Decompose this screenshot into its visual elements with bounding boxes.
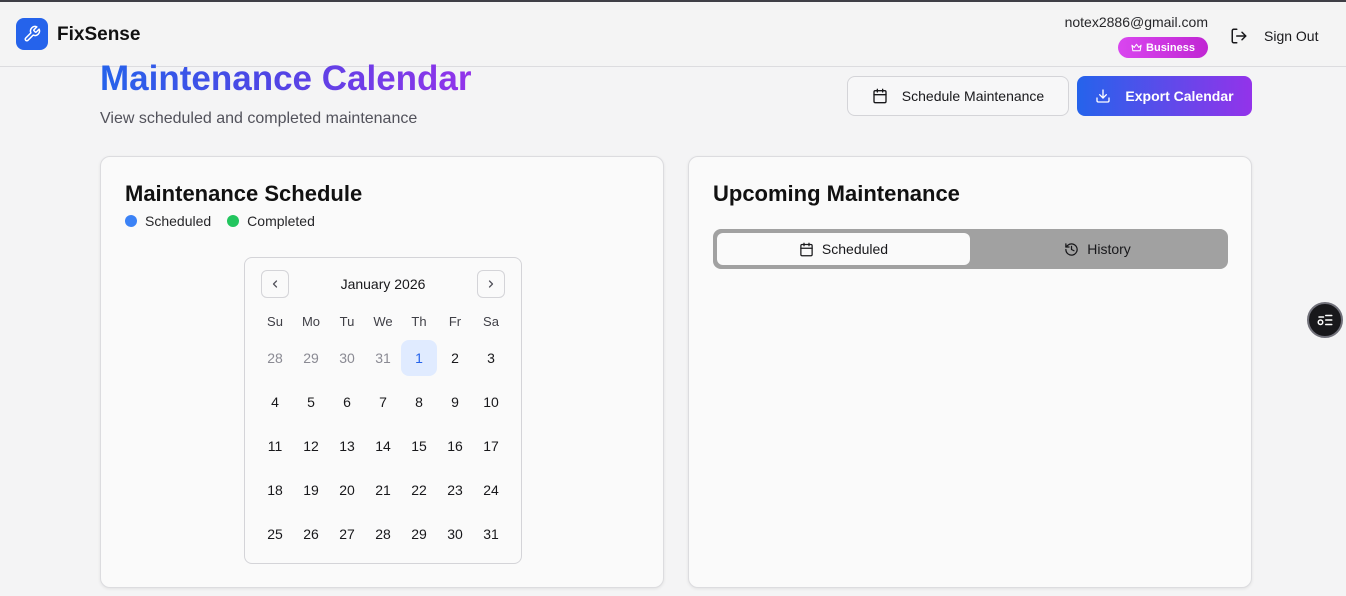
scheduled-dot-icon <box>125 215 137 227</box>
weekday-label: Sa <box>483 314 499 329</box>
calendar-day[interactable]: 30 <box>437 516 473 552</box>
calendar-day[interactable]: 18 <box>257 472 293 508</box>
calendar-day[interactable]: 16 <box>437 428 473 464</box>
calendar-day[interactable]: 13 <box>329 428 365 464</box>
schedule-maintenance-label: Schedule Maintenance <box>901 88 1045 104</box>
tab-label: Scheduled <box>821 241 889 257</box>
calendar-day[interactable]: 25 <box>257 516 293 552</box>
sign-out-button[interactable]: Sign Out <box>1230 25 1318 47</box>
calendar-day[interactable]: 26 <box>293 516 329 552</box>
calendar-day[interactable]: 30 <box>329 340 365 376</box>
calendar-legend: Scheduled Completed <box>125 213 315 229</box>
calendar-day[interactable]: 15 <box>401 428 437 464</box>
legend-label: Completed <box>247 213 315 229</box>
calendar-day[interactable]: 3 <box>473 340 509 376</box>
calendar-day[interactable]: 19 <box>293 472 329 508</box>
weekday-label: Th <box>411 314 427 329</box>
calendar-day[interactable]: 8 <box>401 384 437 420</box>
maintenance-schedule-card: Maintenance Schedule Scheduled Completed… <box>100 156 664 588</box>
weekday-label: Fr <box>448 314 462 329</box>
calendar-day[interactable]: 7 <box>365 384 401 420</box>
legend-item-scheduled: Scheduled <box>125 213 211 229</box>
calendar-day[interactable]: 24 <box>473 472 509 508</box>
floating-tasks-button[interactable] <box>1307 302 1343 338</box>
calendar-day[interactable]: 10 <box>473 384 509 420</box>
calendar-day[interactable]: 31 <box>473 516 509 552</box>
calendar-day[interactable]: 22 <box>401 472 437 508</box>
page-subtitle: View scheduled and completed maintenance <box>100 110 418 127</box>
export-calendar-button[interactable]: Export Calendar <box>1077 76 1252 116</box>
export-calendar-label: Export Calendar <box>1125 88 1234 104</box>
calendar-day[interactable]: 28 <box>365 516 401 552</box>
calendar-day[interactable]: 28 <box>257 340 293 376</box>
month-calendar: January 2026 Su Mo Tu We Th Fr Sa 28 29 30 31 1 2 3 4… <box>244 257 522 564</box>
calendar-day[interactable]: 9 <box>437 384 473 420</box>
crown-icon <box>1131 43 1142 52</box>
download-icon <box>1096 89 1111 103</box>
calendar-day[interactable]: 21 <box>365 472 401 508</box>
chevron-right-icon <box>488 280 494 288</box>
weekday-label: Tu <box>339 314 355 329</box>
calendar-day[interactable]: 17 <box>473 428 509 464</box>
page-title: Maintenance Calendar <box>100 59 472 98</box>
weekday-header-row: Su Mo Tu We Th Fr Sa <box>257 314 509 329</box>
sign-out-label: Sign Out <box>1264 28 1319 44</box>
calendar-day-today[interactable]: 1 <box>401 340 437 376</box>
calendar-day[interactable]: 12 <box>293 428 329 464</box>
calendar-day[interactable]: 5 <box>293 384 329 420</box>
schedule-maintenance-button[interactable]: Schedule Maintenance <box>847 76 1069 116</box>
brand-name[interactable]: FixSense <box>57 24 140 46</box>
plan-badge: Business <box>1118 37 1208 58</box>
weekday-label: Su <box>267 314 283 329</box>
tasks-list-icon <box>1317 314 1333 326</box>
calendar-day[interactable]: 6 <box>329 384 365 420</box>
calendar-icon <box>800 242 813 256</box>
calendar-day[interactable]: 29 <box>401 516 437 552</box>
card-title: Upcoming Maintenance <box>713 181 960 206</box>
upcoming-maintenance-card: Upcoming Maintenance Scheduled History <box>688 156 1252 588</box>
weekday-label: Mo <box>301 314 321 329</box>
calendar-day[interactable]: 4 <box>257 384 293 420</box>
calendar-day[interactable]: 11 <box>257 428 293 464</box>
calendar-icon <box>873 88 887 104</box>
completed-dot-icon <box>227 215 240 227</box>
app-header: FixSense notex2886@gmail.com Business Si… <box>0 2 1346 67</box>
next-month-button[interactable] <box>477 270 505 298</box>
tab-label: History <box>1087 241 1131 257</box>
calendar-day[interactable]: 23 <box>437 472 473 508</box>
plan-badge-label: Business <box>1146 41 1195 54</box>
weekday-label: We <box>373 314 393 329</box>
calendar-day[interactable]: 29 <box>293 340 329 376</box>
calendar-day[interactable]: 27 <box>329 516 365 552</box>
legend-label: Scheduled <box>145 213 212 229</box>
calendar-day[interactable]: 31 <box>365 340 401 376</box>
maintenance-tabs: Scheduled History <box>713 229 1228 269</box>
legend-item-completed: Completed <box>227 213 315 229</box>
user-email: notex2886@gmail.com <box>1064 14 1208 30</box>
tab-history[interactable]: History <box>971 233 1224 265</box>
calendar-days-grid: 28 29 30 31 1 2 3 4 5 6 7 8 9 10 11 12 13 14 15 16 17 18 19 20 2… <box>257 340 509 560</box>
card-title: Maintenance Schedule <box>125 181 363 206</box>
calendar-day[interactable]: 20 <box>329 472 365 508</box>
calendar-day[interactable]: 2 <box>437 340 473 376</box>
history-icon <box>1065 242 1078 256</box>
tab-scheduled[interactable]: Scheduled <box>717 233 970 265</box>
log-out-icon <box>1231 28 1247 44</box>
wrench-logo-icon[interactable] <box>16 18 48 50</box>
calendar-day[interactable]: 14 <box>365 428 401 464</box>
